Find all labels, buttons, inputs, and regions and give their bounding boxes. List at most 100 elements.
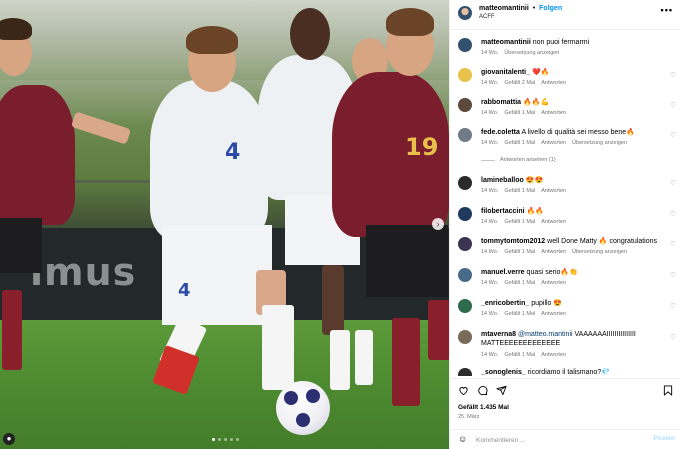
heart-icon[interactable]: ♡ [670,101,676,109]
person-icon[interactable]: ● [3,433,15,445]
player-sock [355,330,373,385]
avatar[interactable] [458,268,472,282]
comment-meta: 14 Wo. Gefällt 1 Mal Antworten [481,311,572,317]
comment-username[interactable]: manuel.verre [481,269,525,276]
comment-username[interactable]: _sonoglenis_ [481,369,526,376]
avatar[interactable] [458,98,472,112]
comment-input[interactable] [476,434,626,446]
avatar[interactable] [458,128,472,142]
comment-username[interactable]: filobertaccini [481,208,525,215]
avatar[interactable] [458,207,472,221]
heart-icon[interactable]: ♡ [670,210,676,218]
comment-meta: 14 Wo. Gefällt 1 Mal Antworten Übersetzung … [481,249,633,255]
comment-reply[interactable]: Antworten [541,311,566,317]
comment-username[interactable]: rabbomattia [481,99,521,106]
comment-likes[interactable]: Gefällt 1 Mal [504,311,535,317]
comment-body: filobertaccini 🔥🔥 [481,207,661,216]
comment-meta: 14 Wo. Gefällt 1 Mal Antworten [481,110,572,116]
player-main-italy [150,80,268,240]
comment-age: 14 Wo. [481,80,499,86]
header-user-line: matteomantinii • Folgen [479,5,562,12]
avatar[interactable] [458,38,472,52]
heart-icon[interactable]: ♡ [670,179,676,187]
heart-icon[interactable]: ♡ [670,131,676,139]
comment-likes[interactable]: Gefällt 1 Mal [504,110,535,116]
banner-text: imus [30,250,137,294]
player-shorts [0,218,42,273]
view-replies-label[interactable]: Antworten ansehen (1) [500,157,556,163]
comment-reply[interactable]: Antworten [541,249,566,255]
comment-body: fede.coletta A livello di qualità sei me… [481,128,661,137]
comment-reply[interactable]: Antworten [541,188,566,194]
avatar[interactable] [458,237,472,251]
comment-reply[interactable]: Antworten [541,110,566,116]
heart-icon[interactable]: ♡ [670,302,676,310]
comment-likes[interactable]: Gefällt 1 Mal [504,219,535,225]
comment-meta: 14 Wo. Gefällt 1 Mal Antworten [481,188,572,194]
comment-username[interactable]: tommytomtom2012 [481,238,545,245]
heart-icon[interactable]: ♡ [670,71,676,79]
follow-button[interactable]: Folgen [539,5,562,12]
comment-reply[interactable]: Antworten [541,280,566,286]
comment-translate[interactable]: Übersetzung anzeigen [572,140,627,146]
comment-likes[interactable]: Gefällt 1 Mal [504,352,535,358]
comment-age: 14 Wo. [481,249,499,255]
more-horizontal-icon[interactable]: ••• [661,5,673,15]
avatar[interactable] [458,330,472,344]
comment-text: 🔥🔥 [526,208,544,215]
likes-count[interactable]: Gefällt 1.435 Mal [458,404,509,411]
comment-text: 🔥🔥💪 [523,99,550,106]
avatar[interactable] [458,176,472,190]
author-username[interactable]: matteomantinii [479,5,529,12]
comment-translate[interactable]: Übersetzung anzeigen [572,249,627,255]
avatar[interactable] [458,299,472,313]
comment-username[interactable]: giovanitalenti_ [481,69,530,76]
comment-meta: 14 Wo. Gefällt 1 Mal Antworten Übersetzung … [481,140,633,146]
bookmark-icon[interactable] [663,385,673,396]
emoji-icon[interactable]: ☺ [458,434,467,444]
avatar[interactable] [458,68,472,82]
heart-icon[interactable]: ♡ [670,240,676,248]
comment-body: rabbomattia 🔥🔥💪 [481,98,661,107]
avatar[interactable] [458,6,472,20]
comment-likes[interactable]: Gefällt 1 Mal [504,140,535,146]
comment-reply[interactable]: Antworten [541,219,566,225]
comment-username[interactable]: matteomantinii [481,39,531,46]
location-label[interactable]: ACFF [479,14,495,20]
send-icon[interactable] [496,385,507,396]
comment-body: giovanitalenti_ ❤️🔥 [481,68,661,77]
comments-list[interactable]: matteomantinii non puoi fermarmi 14 Wo. Üb… [450,30,680,376]
post-date[interactable]: 25. März [458,414,479,420]
player-sock [262,305,294,390]
comment-icon[interactable] [477,385,488,396]
comment-age: 14 Wo. [481,188,499,194]
comment-username[interactable]: mtaverna8 [481,331,516,338]
separator: • [532,5,536,12]
comment-username[interactable]: _enricobertin_ [481,300,529,307]
avatar[interactable] [458,368,472,376]
comment-likes[interactable]: Gefällt 1 Mal [504,280,535,286]
comment-reply[interactable]: Antworten [541,352,566,358]
heart-icon[interactable]: ♡ [670,333,676,341]
comment-age: 14 Wo. [481,110,499,116]
comment-translate[interactable]: Übersetzung anzeigen [504,50,559,56]
comment-likes[interactable]: Gefällt 1 Mal [504,188,535,194]
post-photo[interactable]: imus 19 4 4 › ● [0,0,449,449]
comment-reply[interactable]: Antworten [541,140,566,146]
comment-likes[interactable]: Gefällt 2 Mal [504,80,535,86]
comment-mention[interactable]: @matteo.mantinii [518,331,573,338]
heart-icon[interactable] [458,385,469,396]
chevron-right-icon[interactable]: › [432,218,444,230]
comment-likes[interactable]: Gefällt 1 Mal [504,249,535,255]
player-leg [322,265,344,335]
heart-icon[interactable]: ♡ [670,271,676,279]
player-shorts [366,225,448,297]
carousel-dot [218,438,221,441]
comment-username[interactable]: lamineballoo [481,177,524,184]
comment-text: ricordiamo il talismano?💎 [527,369,610,376]
comment-reply[interactable]: Antworten [541,80,566,86]
comment-meta: 14 Wo. Gefällt 1 Mal Antworten [481,219,572,225]
post-button[interactable]: Posten [653,435,675,442]
view-replies-button[interactable]: Antworten ansehen (1) [481,157,556,163]
comment-username[interactable]: fede.coletta [481,129,520,136]
